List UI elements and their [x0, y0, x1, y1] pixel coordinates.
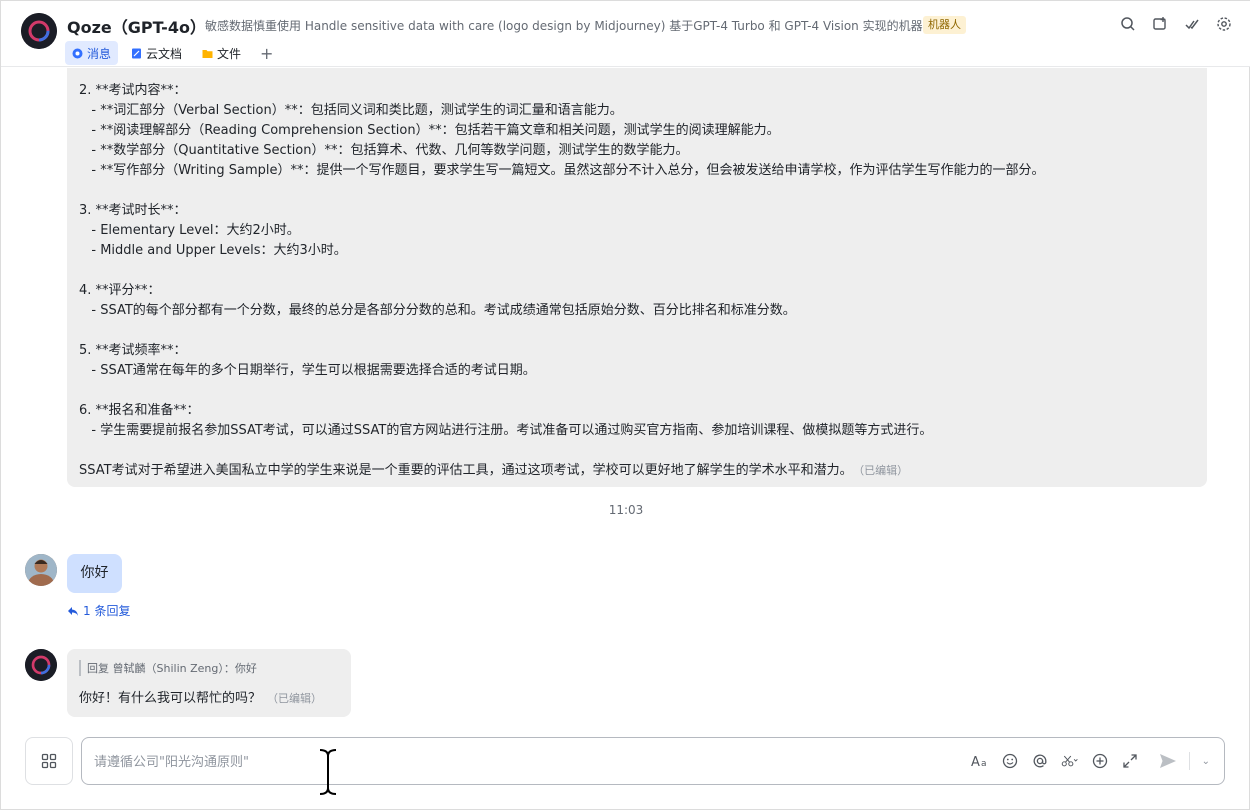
line-text: - 学生需要提前报名参加SSAT考试，可以通过SSAT的官方网站进行注册。考试准…: [79, 423, 933, 438]
reply-count-label: 1 条回复: [83, 604, 131, 618]
message-text-line: SSAT考试对于希望进入美国私立中学的学生来说是一个重要的评估工具，通过这项考试…: [79, 459, 908, 478]
line-text: 4. **评分**：: [79, 283, 161, 298]
message-input[interactable]: [94, 750, 944, 774]
reply-arrow-icon: [68, 606, 78, 616]
user-message-bubble: 你好: [67, 554, 122, 593]
line-text: 6. **报名和准备**：: [79, 403, 200, 418]
doc-icon: [131, 48, 142, 59]
user-avatar[interactable]: [25, 554, 57, 586]
message-timestamp: 11:03: [608, 503, 644, 517]
line-text: 2. **考试内容**：: [79, 83, 187, 98]
text-cursor-icon: [319, 749, 337, 795]
thread-replies-link[interactable]: 1 条回复: [67, 602, 130, 619]
divider: [1188, 752, 1190, 770]
line-text: - Middle and Upper Levels：大约3小时。: [79, 243, 347, 258]
header-toolbar: [1119, 15, 1233, 33]
add-tab-button[interactable]: +: [254, 44, 279, 63]
chat-tabs: 消息 云文档 文件 +: [65, 41, 279, 65]
bot-avatar[interactable]: [25, 649, 57, 681]
search-icon[interactable]: [1119, 15, 1137, 33]
bot-description: 敏感数据慎重使用 Handle sensitive data with care…: [205, 19, 935, 33]
chat-header: Qoze（GPT-4o） 敏感数据慎重使用 Handle sensitive d…: [1, 1, 1250, 67]
screenshot-icon[interactable]: [1061, 752, 1079, 770]
mention-icon[interactable]: [1031, 752, 1049, 770]
line-text: - **写作部分（Writing Sample）**：提供一个写作题目，要求学生…: [79, 163, 1045, 178]
chat-title: Qoze（GPT-4o）: [67, 18, 206, 37]
message-text-line: - SSAT通常在每年的多个日期举行，学生可以根据需要选择合适的考试日期。: [79, 359, 536, 378]
message-text-line: - **数学部分（Quantitative Section）**：包括算术、代数…: [79, 139, 689, 158]
message-text-line: 6. **报名和准备**：: [79, 399, 200, 418]
bot-message-bubble: 2. **考试内容**： - **词汇部分（Verbal Section）**：…: [67, 68, 1207, 487]
folder-icon: [202, 48, 213, 59]
font-format-icon[interactable]: Aa: [971, 752, 989, 770]
tab-docs[interactable]: 云文档: [124, 41, 189, 65]
line-text: - Elementary Level：大约2小时。: [79, 223, 300, 238]
apps-button[interactable]: [25, 737, 73, 785]
grid-icon: [41, 753, 57, 769]
bot-reply-text: 你好！有什么我可以帮忙的吗？ （已编辑）: [79, 687, 322, 706]
tab-label: 文件: [217, 46, 242, 61]
message-icon: [72, 48, 83, 59]
add-icon[interactable]: [1091, 752, 1109, 770]
line-text: - SSAT的每个部分都有一个分数，最终的总分是各部分分数的总和。考试成绩通常包…: [79, 303, 796, 318]
message-text-line: - **写作部分（Writing Sample）**：提供一个写作题目，要求学生…: [79, 159, 1045, 178]
bot-avatar[interactable]: [21, 13, 57, 49]
emoji-icon[interactable]: [1001, 752, 1019, 770]
message-text-line: - Elementary Level：大约2小时。: [79, 219, 300, 238]
message-text-line: 2. **考试内容**：: [79, 79, 187, 98]
line-text: 3. **考试时长**：: [79, 203, 187, 218]
bot-badge: 机器人: [923, 16, 966, 34]
edited-label: （已编辑）: [858, 464, 909, 477]
tab-files[interactable]: 文件: [195, 41, 248, 65]
message-text-line: - Middle and Upper Levels：大约3小时。: [79, 239, 347, 258]
composer-toolbar: Aa ⌄: [971, 752, 1210, 770]
send-icon[interactable]: [1159, 752, 1177, 770]
message-text-line: - **阅读理解部分（Reading Comprehension Section…: [79, 119, 780, 138]
line-text: 5. **考试频率**：: [79, 343, 187, 358]
message-composer: Aa ⌄: [81, 737, 1225, 785]
tab-label: 云文档: [146, 46, 183, 61]
checked-icon[interactable]: [1183, 15, 1201, 33]
message-text-line: - **词汇部分（Verbal Section）**：包括同义词和类比题，测试学…: [79, 99, 623, 118]
line-text: - **数学部分（Quantitative Section）**：包括算术、代数…: [79, 143, 689, 158]
message-text-line: 5. **考试频率**：: [79, 339, 187, 358]
bot-logo-icon: [25, 649, 57, 681]
bot-logo-icon: [21, 13, 57, 49]
message-text-line: 4. **评分**：: [79, 279, 161, 298]
line-text: - **阅读理解部分（Reading Comprehension Section…: [79, 123, 780, 138]
reply-message: 你好！有什么我可以帮忙的吗？: [79, 691, 262, 706]
line-text: - **词汇部分（Verbal Section）**：包括同义词和类比题，测试学…: [79, 103, 623, 118]
svg-text:A: A: [971, 755, 980, 768]
expand-icon[interactable]: [1121, 752, 1139, 770]
line-text: - SSAT通常在每年的多个日期举行，学生可以根据需要选择合适的考试日期。: [79, 363, 536, 378]
reply-quote: 回复 曾轼麟（Shilin Zeng）：你好: [79, 660, 257, 676]
tab-messages[interactable]: 消息: [65, 41, 119, 65]
line-text: SSAT考试对于希望进入美国私立中学的学生来说是一个重要的评估工具，通过这项考试…: [79, 463, 853, 478]
send-options-chevron-icon[interactable]: ⌄: [1202, 756, 1210, 767]
new-window-icon[interactable]: [1151, 15, 1169, 33]
message-text-line: - SSAT的每个部分都有一个分数，最终的总分是各部分分数的总和。考试成绩通常包…: [79, 299, 796, 318]
bot-reply-bubble: 回复 曾轼麟（Shilin Zeng）：你好 你好！有什么我可以帮忙的吗？ （已编…: [67, 649, 351, 717]
svg-text:a: a: [981, 759, 987, 768]
message-text-line: - 学生需要提前报名参加SSAT考试，可以通过SSAT的官方网站进行注册。考试准…: [79, 419, 932, 438]
user-photo-icon: [25, 554, 57, 586]
message-text-line: 3. **考试时长**：: [79, 199, 187, 218]
tab-label: 消息: [87, 46, 112, 61]
settings-icon[interactable]: [1215, 15, 1233, 33]
edited-label: （已编辑）: [267, 692, 323, 705]
